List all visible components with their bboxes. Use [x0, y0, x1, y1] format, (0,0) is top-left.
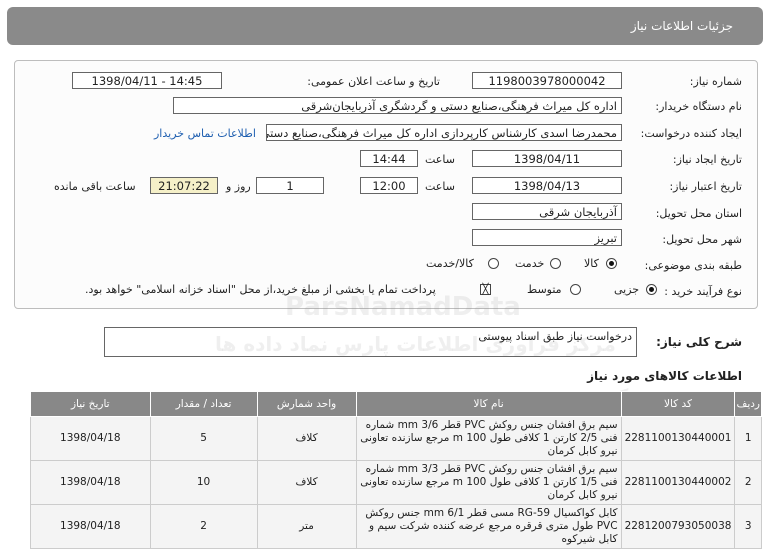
payment-note: پرداخت تمام یا بخشی از مبلغ خرید،از محل … — [85, 283, 436, 296]
table-row[interactable]: 2 2281100130440002 سیم برق افشان جنس روک… — [30, 460, 762, 505]
col-name: نام کالا — [355, 391, 622, 417]
treasury-checkbox[interactable]: ╳ — [480, 284, 491, 295]
cell-name: سیم برق افشان جنس روکش PVC قطر 3/6 mm شم… — [355, 416, 622, 461]
announce-field[interactable]: 1398/04/11 - 14:45 — [72, 72, 222, 89]
category-service-label: خدمت — [515, 257, 545, 270]
page-title: جزئیات اطلاعات نیاز — [630, 19, 733, 33]
cell-date: 1398/04/18 — [30, 416, 151, 461]
validity-time-label: ساعت — [425, 180, 455, 193]
city-field[interactable]: تبریز — [472, 229, 622, 246]
announce-label: تاریخ و ساعت اعلان عمومی: — [307, 75, 440, 88]
category-label: طبقه بندی موضوعی: — [644, 259, 742, 272]
col-row: ردیف — [734, 391, 762, 417]
create-date-field[interactable]: 1398/04/11 — [472, 150, 622, 167]
table-header-row: ردیف کد کالا نام کالا واحد شمارش تعداد /… — [30, 391, 762, 417]
title-bar: جزئیات اطلاعات نیاز — [7, 7, 763, 45]
cell-code: 2281100130440002 — [620, 460, 736, 505]
description-label: شرح کلی نیاز: — [656, 335, 742, 349]
validity-date-field[interactable]: 1398/04/13 — [472, 177, 622, 194]
description-field[interactable]: درخواست نیاز طبق اسناد پیوستی — [104, 327, 637, 357]
cell-date: 1398/04/18 — [30, 504, 151, 549]
table-row[interactable]: 1 2281100130440001 سیم برق افشان جنس روک… — [30, 416, 762, 461]
table-row[interactable]: 3 2281200793050038 کابل کواکسیال RG-59 م… — [30, 504, 762, 549]
cell-date: 1398/04/18 — [30, 460, 151, 505]
col-date: تاریخ نیاز — [30, 391, 151, 417]
cell-row: 3 — [734, 504, 762, 549]
cell-code: 2281200793050038 — [620, 504, 736, 549]
cell-row: 1 — [734, 416, 762, 461]
process-medium-label: متوسط — [527, 283, 562, 296]
category-both-radio[interactable] — [488, 258, 499, 269]
cell-row: 2 — [734, 460, 762, 505]
city-label: شهر محل تحویل: — [662, 233, 742, 246]
cell-unit: متر — [256, 504, 357, 549]
cell-code: 2281100130440001 — [620, 416, 736, 461]
process-minor-label: جزیی — [614, 283, 640, 296]
creator-field[interactable]: محمدرضا اسدی کارشناس کارپردازی اداره کل … — [266, 124, 622, 141]
category-both-label: کالا/خدمت — [426, 257, 474, 270]
days-field[interactable]: 1 — [256, 177, 324, 194]
province-label: استان محل تحویل: — [655, 207, 742, 220]
remaining-time-field: 21:07:22 — [150, 177, 218, 194]
cell-unit: کلاف — [256, 460, 357, 505]
validity-time-field[interactable]: 12:00 — [360, 177, 418, 194]
days-label: روز و — [226, 180, 251, 193]
cell-qty: 2 — [149, 504, 258, 549]
description-text: درخواست نیاز طبق اسناد پیوستی — [478, 330, 632, 343]
category-service-radio[interactable] — [550, 258, 561, 269]
create-date-label: تاریخ ایجاد نیاز: — [672, 153, 742, 166]
goods-section-title: اطلاعات کالاهای مورد نیاز — [587, 369, 742, 383]
cell-unit: کلاف — [256, 416, 357, 461]
buyer-label: نام دستگاه خریدار: — [655, 100, 742, 113]
need-number-field[interactable]: 1198003978000042 — [472, 72, 622, 89]
cell-name: کابل کواکسیال RG-59 مسی قطر 6/1 mm جنس ر… — [355, 504, 622, 549]
process-medium-radio[interactable] — [570, 284, 581, 295]
need-number-label: شماره نیاز: — [689, 75, 742, 88]
process-minor-radio[interactable] — [646, 284, 657, 295]
create-time-field[interactable]: 14:44 — [360, 150, 418, 167]
cell-name: سیم برق افشان جنس روکش PVC قطر 3/3 mm شم… — [355, 460, 622, 505]
goods-table: ردیف کد کالا نام کالا واحد شمارش تعداد /… — [30, 391, 762, 549]
validity-date-label: تاریخ اعتبار نیاز: — [669, 180, 742, 193]
col-code: کد کالا — [620, 391, 736, 417]
cell-qty: 5 — [149, 416, 258, 461]
process-label: نوع فرآیند خرید : — [664, 285, 742, 298]
contact-buyer-link[interactable]: اطلاعات تماس خریدار — [154, 127, 256, 140]
create-time-label: ساعت — [425, 153, 455, 166]
cell-qty: 10 — [149, 460, 258, 505]
col-unit: واحد شمارش — [256, 391, 357, 417]
col-qty: تعداد / مقدار — [149, 391, 258, 417]
remaining-label: ساعت باقی مانده — [54, 180, 136, 193]
creator-label: ایجاد کننده درخواست: — [640, 127, 742, 140]
category-goods-label: کالا — [584, 257, 599, 270]
province-field[interactable]: آذربایجان شرقی — [472, 203, 622, 220]
category-goods-radio[interactable] — [606, 258, 617, 269]
buyer-field[interactable]: اداره کل میراث فرهنگی،صنایع دستی و گردشگ… — [173, 97, 622, 114]
